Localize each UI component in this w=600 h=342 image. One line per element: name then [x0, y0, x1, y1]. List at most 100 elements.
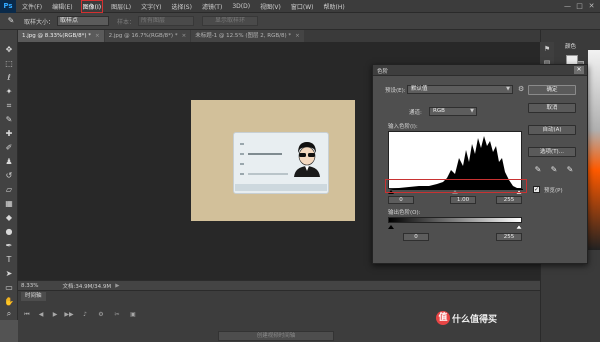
minimize-button[interactable]: —: [563, 2, 572, 11]
history-panel-icon[interactable]: ⚑: [542, 44, 552, 54]
options-button[interactable]: 选项(T)...: [528, 147, 576, 157]
input-gamma-field[interactable]: 1.00: [450, 196, 476, 204]
dialog-title: 色阶: [377, 69, 389, 75]
close-window-button[interactable]: ✕: [587, 2, 596, 11]
history-brush-icon[interactable]: ↺: [3, 170, 15, 181]
output-levels-gradient: [388, 217, 522, 223]
portrait-avatar: [294, 142, 320, 177]
zoom-tool-icon[interactable]: ⌕: [3, 308, 15, 319]
quick-select-tool-icon[interactable]: ✦: [3, 86, 15, 97]
output-white-field[interactable]: 255: [496, 233, 522, 241]
output-levels-label: 输出色阶(O):: [388, 210, 421, 216]
close-tab-icon[interactable]: ×: [295, 30, 300, 42]
sample-size-select[interactable]: 取样点: [57, 16, 110, 26]
auto-button[interactable]: 自动(A): [528, 125, 576, 135]
menu-filter[interactable]: 滤镜(T): [202, 2, 222, 11]
output-black-field[interactable]: 0: [403, 233, 429, 241]
tab-color[interactable]: 颜色: [565, 42, 576, 50]
menu-edit[interactable]: 编辑(E): [52, 2, 72, 11]
crop-tool-icon[interactable]: ⌗: [3, 100, 15, 111]
zoom-level[interactable]: 8.33%: [21, 283, 38, 289]
split-clip-icon[interactable]: ✂: [112, 310, 122, 319]
healing-brush-icon[interactable]: ✚: [3, 128, 15, 139]
white-point-eyedropper-icon[interactable]: ✎: [565, 165, 575, 175]
tab-label: 1.jpg @ 8.33%(RGB/8*) *: [22, 33, 91, 39]
settings-icon[interactable]: ⚙: [96, 310, 106, 319]
channel-select[interactable]: RGB ▼: [429, 107, 477, 116]
chevron-down-icon: ▼: [470, 108, 474, 114]
channel-value: RGB: [433, 108, 445, 114]
output-level-sliders[interactable]: [388, 225, 522, 229]
path-select-icon[interactable]: ➤: [3, 268, 15, 279]
options-bar: ✎ 取样大小： 取样点 样本： 所有图层 显示取样环: [0, 13, 600, 30]
sample-select[interactable]: 所有图层: [138, 16, 195, 26]
close-icon[interactable]: ✕: [574, 66, 584, 74]
transition-icon[interactable]: ▣: [128, 310, 138, 319]
menu-help[interactable]: 帮助(H): [324, 2, 345, 11]
document-size: 文档:34.9M/34.9M: [62, 283, 112, 290]
menu-image[interactable]: 图像(I): [80, 0, 104, 13]
menu-bar: Ps 文件(F) 编辑(E) 图像(I) 图层(L) 文字(Y) 选择(S) 滤…: [0, 0, 600, 13]
gradient-tool-icon[interactable]: ▦: [3, 198, 15, 209]
sample-label: 样本：: [117, 18, 136, 26]
lasso-tool-icon[interactable]: ℓ: [3, 72, 15, 83]
input-black-field[interactable]: 0: [388, 196, 414, 204]
tab-label: 2.jpg @ 16.7%(RGB/8*) *: [108, 33, 178, 39]
eraser-tool-icon[interactable]: ▱: [3, 184, 15, 195]
show-sampling-ring-checkbox[interactable]: 显示取样环: [202, 16, 259, 26]
hand-tool-icon[interactable]: ✋: [3, 296, 15, 307]
menu-layer[interactable]: 图层(L): [111, 2, 131, 11]
black-point-eyedropper-icon[interactable]: ✎: [533, 165, 543, 175]
prev-frame-icon[interactable]: ◀: [36, 310, 46, 319]
audio-icon[interactable]: ♪: [80, 310, 90, 319]
move-tool-icon[interactable]: ✥: [3, 44, 15, 55]
chevron-down-icon: ▼: [506, 86, 510, 92]
tools-panel: ✥ ⬚ ℓ ✦ ⌗ ✎ ✚ ✐ ♟ ↺ ▱ ▦ ◆ ● ✒ T ➤ ▭ ✋ ⌕: [0, 30, 18, 320]
photoshop-logo: Ps: [0, 0, 16, 13]
sample-size-label: 取样大小：: [24, 18, 55, 26]
next-frame-icon[interactable]: ▶▶: [64, 310, 74, 319]
close-tab-icon[interactable]: ×: [182, 30, 187, 42]
dodge-tool-icon[interactable]: ●: [3, 226, 15, 237]
cancel-button[interactable]: 取消: [528, 103, 576, 113]
preview-checkbox[interactable]: ✓: [533, 186, 540, 193]
gray-point-eyedropper-icon[interactable]: ✎: [549, 165, 559, 175]
levels-dialog: 色阶 ✕ 预设(E): 默认值 ▼ ⚙ 通道: RGB ▼ 输入色阶(I): 0…: [372, 64, 588, 264]
menu-3d[interactable]: 3D(D): [232, 3, 250, 10]
menu-type[interactable]: 文字(Y): [141, 2, 161, 11]
preview-label: 预览(P): [544, 188, 563, 194]
marquee-tool-icon[interactable]: ⬚: [3, 58, 15, 69]
create-video-timeline-button[interactable]: 创建视频时间轴: [218, 331, 334, 341]
tab-document-2[interactable]: 2.jpg @ 16.7%(RGB/8*) * ×: [104, 30, 191, 42]
first-frame-icon[interactable]: ⏮: [22, 310, 32, 319]
tab-timeline[interactable]: 时间轴: [21, 292, 46, 301]
type-tool-icon[interactable]: T: [3, 254, 15, 265]
pen-tool-icon[interactable]: ✒: [3, 240, 15, 251]
input-sliders-highlight: [385, 179, 527, 193]
input-white-field[interactable]: 255: [496, 196, 522, 204]
clone-stamp-icon[interactable]: ♟: [3, 156, 15, 167]
preset-value: 默认值: [411, 86, 428, 92]
menu-select[interactable]: 选择(S): [171, 2, 192, 11]
tab-document-3[interactable]: 未标题-1 @ 12.5% (图层 2, RGB/8) * ×: [191, 30, 304, 42]
close-tab-icon[interactable]: ×: [95, 30, 100, 42]
menu-window[interactable]: 窗口(W): [291, 2, 314, 11]
dialog-titlebar[interactable]: 色阶 ✕: [373, 65, 587, 76]
blur-tool-icon[interactable]: ◆: [3, 212, 15, 223]
shape-tool-icon[interactable]: ▭: [3, 282, 15, 293]
menu-file[interactable]: 文件(F): [22, 2, 42, 11]
status-bar: 8.33% 文档:34.9M/34.9M ▶: [18, 280, 540, 290]
ok-button[interactable]: 确定: [528, 85, 576, 95]
document-tabs: 1.jpg @ 8.33%(RGB/8*) * × 2.jpg @ 16.7%(…: [18, 30, 540, 42]
eyedropper-tool-icon[interactable]: ✎: [4, 15, 18, 27]
tab-document-1[interactable]: 1.jpg @ 8.33%(RGB/8*) * ×: [18, 30, 104, 42]
brush-tool-icon[interactable]: ✐: [3, 142, 15, 153]
play-icon[interactable]: ▶: [50, 310, 60, 319]
color-spectrum-strip[interactable]: [588, 50, 600, 250]
preset-select[interactable]: 默认值 ▼: [407, 85, 513, 94]
eyedropper-icon[interactable]: ✎: [3, 114, 15, 125]
menu-view[interactable]: 视图(V): [260, 2, 281, 11]
maximize-button[interactable]: □: [575, 2, 584, 11]
preset-options-icon[interactable]: ⚙: [518, 85, 524, 93]
status-menu-arrow-icon[interactable]: ▶: [115, 283, 119, 289]
